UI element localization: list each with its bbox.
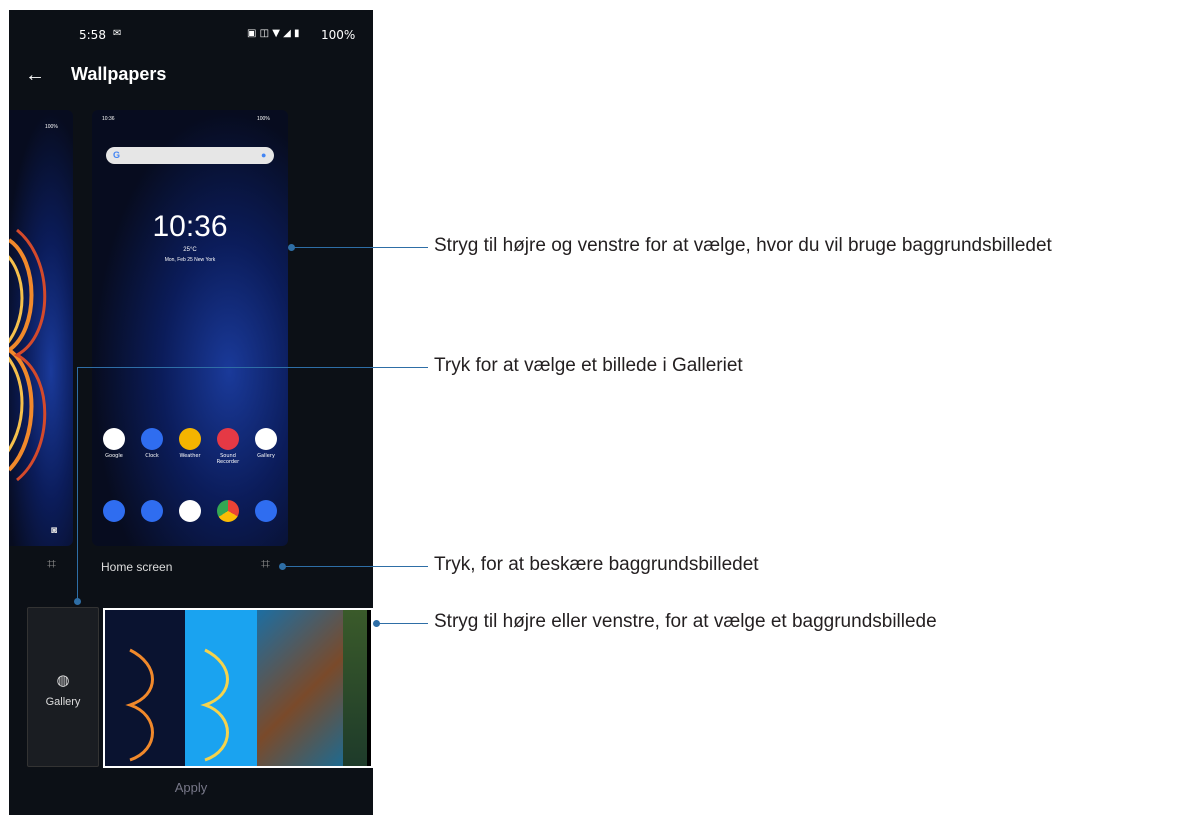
status-time: 5:58: [79, 28, 106, 42]
callout-line-3: [283, 566, 428, 567]
messages-app-icon: [140, 500, 164, 522]
annotation-crop: Tryk, for at beskære baggrundsbilledet: [434, 554, 759, 575]
home-screen-preview[interactable]: 10:36 100% G ● 10:36 25°C Mon, Feb 25 Ne…: [92, 110, 288, 546]
wallpaper-thumb-3[interactable]: [257, 610, 343, 766]
wallpaper-thumbnails[interactable]: [103, 608, 373, 768]
wallpaper-thumb-1[interactable]: [105, 610, 185, 766]
annotation-gallery: Tryk for at vælge et billede i Galleriet: [434, 355, 743, 376]
lock-screen-preview[interactable]: 100% ◙: [9, 110, 73, 546]
app-weather: Weather: [178, 428, 202, 465]
gallery-label: Gallery: [45, 696, 81, 708]
date-location: Mon, Feb 25 New York: [164, 257, 216, 263]
apply-button[interactable]: Apply: [9, 780, 373, 795]
callout-node-2: [74, 598, 81, 605]
google-g-icon: G: [113, 150, 121, 160]
app-gallery: Gallery: [254, 428, 278, 465]
camera-icon: ◙: [51, 525, 58, 536]
home-status-time: 10:36: [102, 116, 115, 122]
app-row-1: Google Clock Weather Sound Recorder Gall…: [102, 428, 278, 465]
balloon-icon: ◍: [56, 672, 70, 689]
back-arrow-icon[interactable]: ←: [25, 64, 45, 87]
wallpaper-art: [9, 228, 47, 482]
app-google: Google: [102, 428, 126, 465]
phone-app-icon: [102, 500, 126, 522]
wallpaper-thumb-4[interactable]: [343, 610, 367, 766]
callout-line-4: [377, 623, 428, 624]
crop-icon-lock[interactable]: ⌗: [47, 556, 56, 574]
thumb-art-2: [200, 648, 229, 762]
clock-time: 10:36: [152, 210, 228, 243]
app-clock: Clock: [140, 428, 164, 465]
camera-app-icon: [254, 500, 278, 522]
status-battery: 100%: [321, 28, 356, 42]
wallpaper-thumb-2[interactable]: [185, 610, 257, 766]
chrome-icon: [216, 500, 240, 522]
home-screen-label: Home screen: [101, 560, 173, 574]
status-icons: ▣ ◫ ▼ ◢ ▮: [247, 28, 300, 39]
gallery-button[interactable]: ◍ Gallery: [27, 607, 99, 767]
app-sound-recorder: Sound Recorder: [216, 428, 240, 465]
callout-line-1: [292, 247, 428, 248]
callout-vline-2: [77, 367, 78, 599]
annotation-swipe-wallpaper: Stryg til højre eller venstre, for at væ…: [434, 611, 937, 632]
weather-text: 25°C: [183, 247, 197, 253]
mail-icon: ✉: [113, 28, 122, 39]
app-row-2: [102, 500, 278, 522]
thumb-art-1: [125, 648, 154, 762]
play-store-icon: [178, 500, 202, 522]
callout-line-2: [77, 367, 428, 368]
home-status-battery: 100%: [257, 116, 270, 122]
phone-screen: 5:58 ✉ ▣ ◫ ▼ ◢ ▮ 100% ← Wallpapers 100% …: [9, 10, 373, 815]
crop-icon[interactable]: ⌗: [261, 556, 270, 574]
annotation-swipe-location: Stryg til højre og venstre for at vælge,…: [434, 235, 1052, 256]
mic-icon: ●: [261, 150, 267, 160]
search-bar: G ●: [106, 147, 274, 164]
page-title: Wallpapers: [71, 64, 167, 84]
